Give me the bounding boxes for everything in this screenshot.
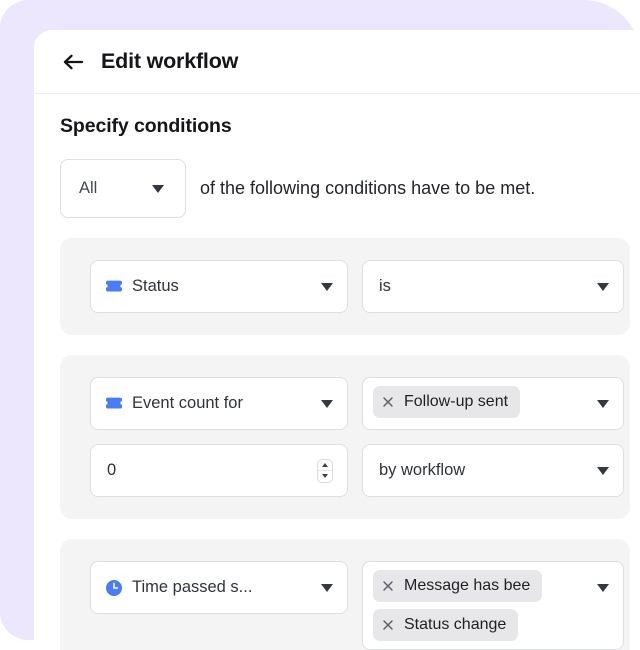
close-icon[interactable] [381, 579, 395, 593]
condition-group: Event count for Follow-up sent 0 by work… [60, 355, 630, 519]
condition-scope-select[interactable]: by workflow [362, 444, 624, 497]
workflow-card: Edit workflow Specify conditions All of … [34, 30, 640, 650]
stepper-down-button[interactable] [322, 471, 328, 482]
arrow-left-icon [62, 53, 84, 71]
ticket-icon [105, 395, 123, 413]
match-type-value: All [79, 179, 98, 197]
close-icon[interactable] [381, 395, 395, 409]
value-chip-label: Follow-up sent [404, 393, 509, 410]
condition-operator-select[interactable]: is [362, 260, 624, 313]
value-chip-label: Status change [404, 616, 507, 633]
conditions-body: Specify conditions All of the following … [34, 115, 640, 650]
page-backdrop: Edit workflow Specify conditions All of … [0, 0, 640, 650]
condition-field-label: Status [132, 277, 179, 295]
condition-row: Status is [90, 260, 630, 313]
condition-group: Status is [60, 238, 630, 335]
back-button[interactable] [58, 47, 88, 77]
condition-field-select[interactable]: Status [90, 260, 348, 313]
ticket-icon [105, 278, 123, 296]
header-divider [34, 93, 640, 94]
chevron-down-icon [597, 400, 609, 408]
chevron-down-icon [152, 184, 164, 193]
event-count-input[interactable]: 0 [90, 444, 348, 497]
chevron-down-icon [597, 282, 609, 291]
clock-icon [105, 579, 123, 597]
value-chip[interactable]: Message has bee [373, 570, 543, 602]
condition-group-rows: Status is [60, 260, 630, 313]
condition-values-multiselect[interactable]: Message has bee Status change [362, 561, 624, 650]
condition-field-label: Time passed s... [132, 578, 253, 596]
quantity-stepper[interactable] [317, 458, 333, 483]
page-title: Edit workflow [101, 49, 239, 73]
value-chip[interactable]: Follow-up sent [373, 386, 521, 418]
card-header: Edit workflow [34, 30, 640, 93]
match-type-select[interactable]: All [60, 159, 186, 218]
condition-group-rows: Time passed s... Message has bee Status … [60, 561, 630, 650]
chevron-up-icon [322, 462, 328, 467]
condition-group: Time passed s... Message has bee Status … [60, 539, 630, 650]
chevron-down-icon [322, 474, 328, 479]
match-sentence: of the following conditions have to be m… [200, 178, 536, 198]
condition-row: Event count for Follow-up sent [90, 377, 630, 430]
condition-operator-label: is [379, 277, 391, 295]
condition-row: Time passed s... Message has bee Status … [90, 561, 630, 650]
condition-field-label: Event count for [132, 394, 243, 412]
workflow-card-surface: Edit workflow Specify conditions All of … [34, 30, 640, 650]
condition-values-multiselect[interactable]: Follow-up sent [362, 377, 624, 430]
chevron-down-icon [321, 583, 333, 592]
section-title: Specify conditions [60, 115, 232, 137]
match-type-row: All of the following conditions have to … [60, 159, 640, 218]
value-chip-label: Message has bee [404, 577, 531, 594]
chevron-down-icon [321, 282, 333, 291]
condition-scope-label: by workflow [379, 461, 466, 479]
chevron-down-icon [321, 399, 333, 408]
condition-field-select[interactable]: Event count for [90, 377, 348, 430]
value-chip[interactable]: Status change [373, 609, 519, 641]
stepper-up-button[interactable] [322, 460, 328, 471]
close-icon[interactable] [381, 618, 395, 632]
condition-field-select[interactable]: Time passed s... [90, 561, 348, 614]
chevron-down-icon [597, 584, 609, 592]
event-count-value: 0 [107, 461, 117, 479]
chevron-down-icon [597, 466, 609, 475]
condition-group-rows: Event count for Follow-up sent 0 by work… [60, 377, 630, 497]
condition-row: 0 by workflow [90, 444, 630, 497]
